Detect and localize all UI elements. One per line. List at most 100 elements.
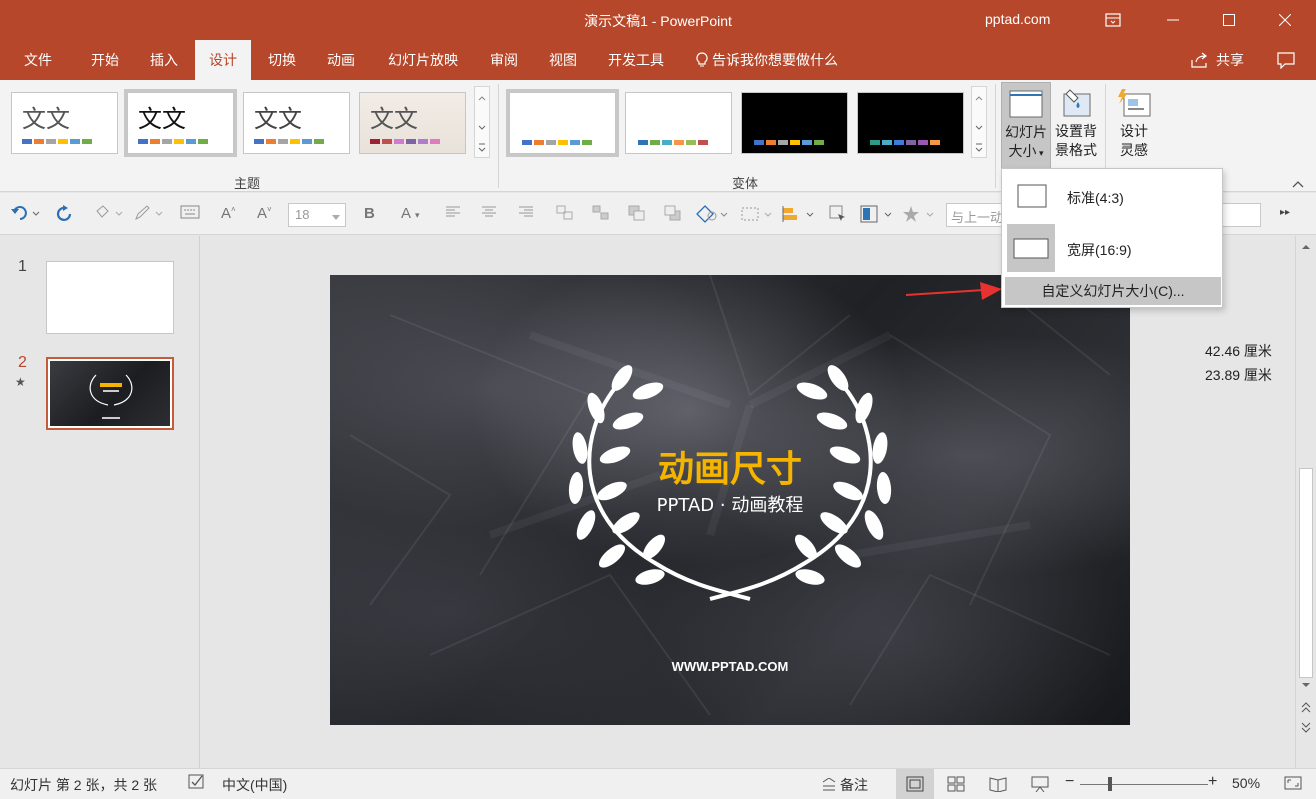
group-icon[interactable] [556, 205, 574, 225]
ungroup-icon[interactable] [592, 205, 610, 225]
tab-file[interactable]: 文件 [12, 40, 64, 80]
slide-thumbnail-1[interactable] [46, 261, 174, 334]
share-button[interactable]: 共享 [1190, 40, 1244, 80]
fit-to-window-icon[interactable] [1284, 775, 1302, 794]
tab-slideshow[interactable]: 幻灯片放映 [374, 40, 472, 80]
reading-view-icon[interactable] [989, 776, 1007, 795]
variant-4[interactable] [857, 92, 964, 154]
theme-facet[interactable]: 文文 [243, 92, 350, 154]
status-bar: 幻灯片 第 2 张，共 2 张 中文(中国) 备注 − + 50% [0, 768, 1316, 799]
redo-icon[interactable] [56, 205, 74, 227]
scroll-thumb[interactable] [1299, 468, 1313, 678]
bring-forward-icon[interactable] [628, 205, 646, 225]
keyboard-icon[interactable] [180, 205, 200, 223]
next-slide-icon[interactable] [1296, 720, 1316, 736]
tab-developer[interactable]: 开发工具 [596, 40, 676, 80]
variant-3[interactable] [741, 92, 848, 154]
comments-icon[interactable] [1276, 51, 1296, 72]
toolbar-more-icon[interactable]: ▸▸ [1280, 207, 1290, 218]
tab-home[interactable]: 开始 [76, 40, 134, 80]
tab-animations[interactable]: 动画 [313, 40, 369, 80]
maximize-icon[interactable] [1206, 0, 1252, 40]
slide-width-readout: 42.46 厘米 [1205, 343, 1272, 359]
variant-1[interactable] [506, 89, 619, 157]
bold-icon[interactable]: B [364, 205, 375, 222]
ribbon-tabs: 文件 开始 插入 设计 切换 动画 幻灯片放映 审阅 视图 开发工具 告诉我你想… [0, 40, 1316, 80]
shapes-icon[interactable] [696, 205, 730, 227]
spellcheck-icon[interactable] [188, 774, 206, 793]
slideshow-icon[interactable] [1031, 776, 1049, 795]
theme-textured[interactable]: 文文 [359, 92, 466, 154]
format-background-icon [1063, 89, 1091, 117]
tab-review[interactable]: 审阅 [478, 40, 530, 80]
zoom-in-icon[interactable]: + [1208, 773, 1217, 791]
align-center-icon[interactable] [482, 205, 496, 222]
align-left-icon[interactable] [446, 205, 460, 222]
font-color-icon[interactable]: A ▾ [401, 205, 420, 222]
theme-sample: 文文 [370, 105, 418, 133]
scroll-up-icon[interactable] [1296, 240, 1316, 254]
align-right-icon[interactable] [519, 205, 533, 222]
theme-swatches [254, 139, 324, 144]
designer-button[interactable]: 设计 灵感 [1112, 82, 1156, 160]
format-background-button[interactable]: 设置背 景格式 [1052, 82, 1100, 160]
tab-insert[interactable]: 插入 [136, 40, 192, 80]
slide-size-standard[interactable]: 标准(4:3) [1005, 172, 1221, 222]
format-painter-icon[interactable] [94, 205, 124, 225]
animation-star-icon: ★ [15, 375, 26, 389]
tab-view[interactable]: 视图 [536, 40, 590, 80]
slide-sorter-icon[interactable] [947, 776, 965, 795]
slide-url[interactable]: WWW.PPTAD.COM [330, 659, 1130, 674]
notes-button[interactable]: 备注 [822, 775, 868, 795]
pen-icon[interactable] [134, 205, 164, 225]
minimize-icon[interactable] [1150, 0, 1196, 40]
normal-view-button[interactable] [896, 769, 934, 799]
theme-office-2[interactable]: 文文 [124, 89, 237, 157]
increase-font-icon[interactable]: A˄ [221, 205, 236, 222]
user-account[interactable]: pptad.com [985, 11, 1050, 27]
zoom-out-icon[interactable]: − [1065, 773, 1074, 791]
collapse-ribbon-icon[interactable] [1292, 176, 1304, 191]
variant-2[interactable] [625, 92, 732, 154]
close-icon[interactable] [1262, 0, 1308, 40]
variants-scroll[interactable] [971, 86, 987, 158]
themes-group-label: 主题 [234, 176, 261, 191]
selection-icon[interactable] [740, 205, 774, 227]
tab-design[interactable]: 设计 [195, 40, 251, 80]
slide-size-label-2: 大小 ▾ [1008, 143, 1044, 159]
send-backward-icon[interactable] [664, 205, 682, 225]
language-indicator[interactable]: 中文(中国) [222, 775, 287, 795]
tell-me-box[interactable]: 告诉我你想要做什么 [696, 40, 838, 80]
zoom-level[interactable]: 50% [1232, 775, 1260, 791]
quick-styles-icon[interactable] [829, 205, 847, 227]
zoom-slider[interactable] [1080, 784, 1208, 785]
tab-transitions[interactable]: 切换 [254, 40, 310, 80]
theme-office[interactable]: 文文 [11, 92, 118, 154]
slides-panel: 1 2 ★ [0, 236, 200, 768]
ribbon-display-options-icon[interactable] [1090, 0, 1136, 40]
slide-subtitle[interactable]: PPTAD · 动画教程 [330, 491, 1130, 517]
notes-label: 备注 [840, 777, 868, 793]
arrange-icon[interactable] [782, 205, 816, 227]
previous-slide-icon[interactable] [1296, 700, 1316, 716]
slide-title[interactable]: 动画尺寸 [330, 440, 1130, 492]
effects-icon[interactable] [902, 205, 936, 227]
shape-fill-icon[interactable] [860, 205, 894, 227]
custom-slide-size[interactable]: 自定义幻灯片大小(C)... [1005, 277, 1221, 305]
slide-size-widescreen[interactable]: 宽屏(16:9) [1005, 224, 1221, 274]
slide-size-button[interactable]: 幻灯片 大小 ▾ [1001, 82, 1051, 170]
font-size-select[interactable]: 18 [288, 203, 346, 227]
vertical-scrollbar[interactable] [1295, 236, 1316, 768]
animation-start-value: 与上一动 [951, 210, 1004, 225]
format-background-label-2: 景格式 [1055, 142, 1097, 158]
decrease-font-icon[interactable]: A˅ [257, 205, 272, 222]
undo-icon[interactable] [11, 205, 41, 225]
scroll-down-icon[interactable] [1296, 678, 1316, 692]
zoom-slider-thumb[interactable] [1108, 777, 1112, 791]
theme-swatches [22, 139, 92, 144]
share-label: 共享 [1216, 52, 1244, 68]
slide-thumbnail-2[interactable] [46, 357, 174, 430]
slide-canvas[interactable]: 动画尺寸 PPTAD · 动画教程 WWW.PPTAD.COM [330, 275, 1130, 725]
slide-size-menu: 标准(4:3) 宽屏(16:9) 自定义幻灯片大小(C)... [1001, 168, 1223, 308]
themes-scroll[interactable] [474, 86, 490, 158]
